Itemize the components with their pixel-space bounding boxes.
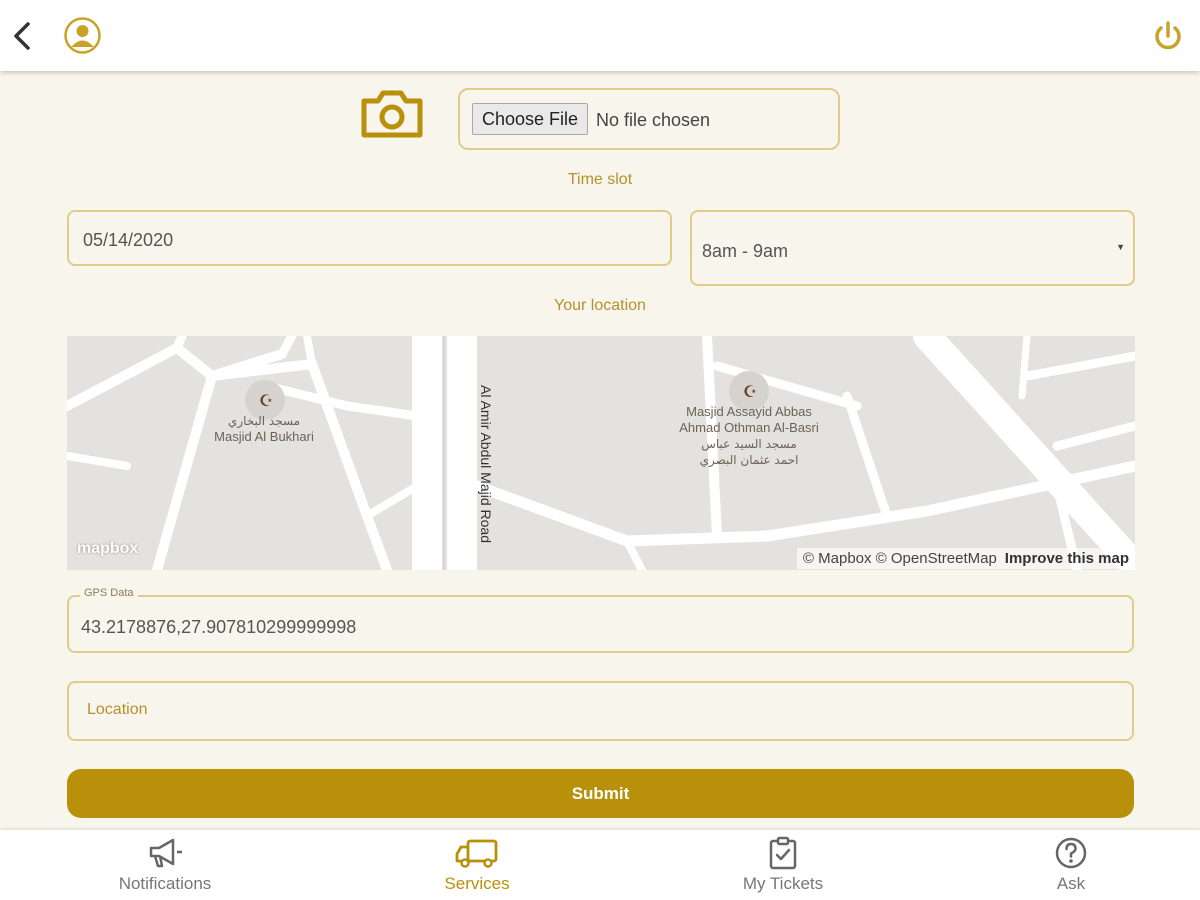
nav-label: Services — [444, 874, 510, 893]
chevron-left-icon — [14, 22, 30, 50]
app-header — [0, 0, 1200, 71]
location-map[interactable]: ☪ ☪ مسجد البخاري Masjid Al Bukhari Masji… — [67, 336, 1135, 570]
back-button[interactable] — [8, 18, 36, 54]
question-circle-icon — [1055, 837, 1087, 869]
gps-data-label: GPS Data — [80, 587, 138, 599]
location-placeholder: Location — [87, 701, 148, 718]
nav-ask[interactable]: Ask — [981, 836, 1161, 894]
your-location-label: Your location — [554, 297, 646, 314]
poi-label-bukhari: مسجد البخاري Masjid Al Bukhari — [199, 413, 329, 445]
nav-label: My Tickets — [742, 874, 824, 893]
location-input[interactable]: Location — [67, 681, 1134, 741]
dropdown-arrow-icon: ▼ — [1116, 242, 1125, 252]
clipboard-check-icon — [769, 836, 797, 870]
poi-arabic-line2: احمد عثمان البصري — [699, 453, 799, 467]
camera-icon — [361, 90, 423, 138]
time-slot-value: 8am - 9am — [702, 241, 789, 261]
nav-notifications[interactable]: Notifications — [75, 836, 255, 894]
nav-my-tickets[interactable]: My Tickets — [693, 836, 873, 894]
attribution-text[interactable]: © Mapbox © OpenStreetMap — [803, 550, 997, 567]
poi-arabic-line1: مسجد السيد عباس — [701, 437, 797, 451]
svg-text:☪: ☪ — [259, 391, 273, 410]
poi-label-abbas: Masjid Assayid Abbas Ahmad Othman Al-Bas… — [659, 404, 839, 468]
bottom-nav: Notifications Services My Tickets Ask — [0, 830, 1200, 900]
poi-name-line1: Masjid Assayid Abbas — [686, 404, 812, 419]
improve-map-link[interactable]: Improve this map — [1005, 550, 1129, 567]
nav-label: Ask — [1056, 874, 1086, 893]
power-icon — [1155, 21, 1181, 50]
gps-data-field[interactable]: 43.2178876,27.907810299999998 — [67, 595, 1134, 653]
truck-icon — [455, 839, 498, 868]
map-roads: ☪ ☪ — [67, 336, 1135, 570]
profile-button[interactable] — [64, 17, 101, 54]
poi-name: Masjid Al Bukhari — [214, 429, 314, 444]
road-label: Al Amir Abdul Majid Road — [477, 385, 494, 543]
camera-button[interactable] — [358, 85, 426, 141]
svg-text:☪: ☪ — [743, 382, 757, 401]
date-value: 05/14/2020 — [83, 230, 174, 250]
file-status-text: No file chosen — [596, 110, 711, 130]
nav-label: Notifications — [118, 874, 212, 893]
time-slot-label: Time slot — [567, 171, 633, 188]
poi-arabic: مسجد البخاري — [227, 414, 301, 428]
submit-button[interactable]: Submit — [67, 769, 1134, 818]
megaphone-icon — [149, 838, 182, 868]
nav-services[interactable]: Services — [387, 836, 567, 894]
gps-value: 43.2178876,27.907810299999998 — [81, 617, 357, 637]
date-field[interactable]: 05/14/2020 — [67, 210, 672, 266]
choose-file-button[interactable]: Choose File — [472, 103, 589, 135]
logout-button[interactable] — [1150, 18, 1186, 54]
time-slot-select[interactable]: 8am - 9am ▼ — [690, 210, 1135, 286]
file-upload-field: Choose File No file chosen — [458, 88, 840, 150]
map-attribution: © Mapbox © OpenStreetMap Improve this map — [796, 548, 1135, 569]
poi-name-line2: Ahmad Othman Al-Basri — [679, 420, 819, 435]
mapbox-logo[interactable]: mapbox — [77, 540, 138, 558]
user-avatar-icon — [64, 17, 101, 54]
